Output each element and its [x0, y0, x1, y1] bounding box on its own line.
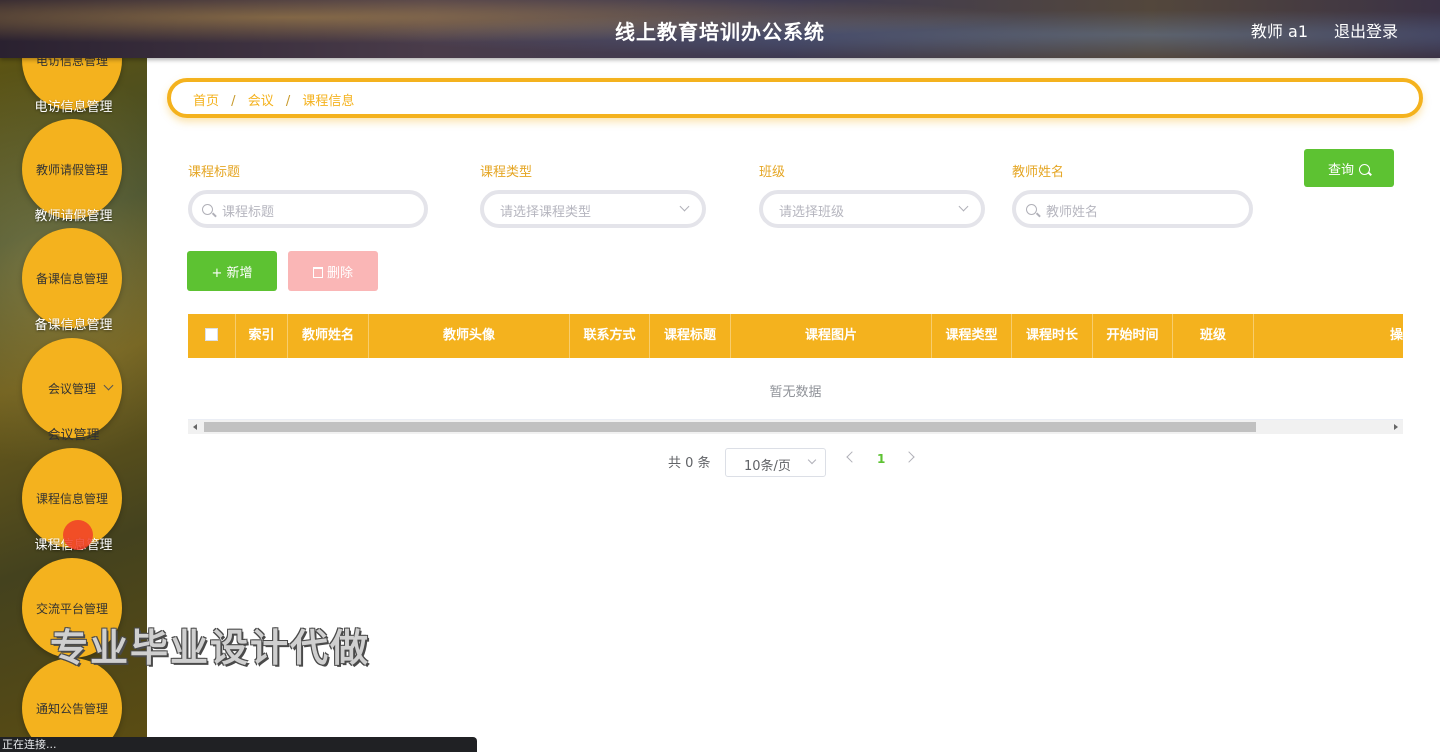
- col-class: 班级: [1173, 314, 1254, 358]
- breadcrumb-meeting[interactable]: 会议: [248, 94, 274, 109]
- sidebar-item-phone-visit[interactable]: 电访信息管理 电访信息管理: [0, 58, 147, 120]
- chevron-down-icon: [807, 455, 817, 465]
- breadcrumb-home[interactable]: 首页: [193, 94, 219, 109]
- arrow-right-icon[interactable]: [1394, 424, 1398, 430]
- col-actions: 操: [1389, 328, 1403, 343]
- menu-circle[interactable]: 备课信息管理: [22, 228, 122, 328]
- course-type-label: 课程类型: [480, 165, 533, 180]
- search-icon: [1359, 164, 1370, 175]
- submenu-lesson-prep[interactable]: 备课信息管理: [0, 314, 147, 333]
- select-all-checkbox[interactable]: [205, 328, 218, 341]
- query-button[interactable]: 查询: [1304, 149, 1394, 187]
- class-select[interactable]: 请选择班级: [759, 190, 985, 228]
- col-teacher-avatar: 教师头像: [369, 314, 570, 358]
- teacher-name-input[interactable]: 教师姓名: [1012, 190, 1253, 228]
- logout-link[interactable]: 退出登录: [1334, 18, 1398, 42]
- delete-button[interactable]: 删除: [288, 251, 378, 291]
- prev-page-icon[interactable]: [846, 451, 858, 463]
- scrollbar-thumb[interactable]: [204, 422, 1256, 432]
- breadcrumb-course-info: 课程信息: [302, 94, 355, 109]
- add-button[interactable]: + 新增: [187, 251, 277, 291]
- course-type-select[interactable]: 请选择课程类型: [480, 190, 706, 228]
- col-course-title: 课程标题: [650, 314, 731, 358]
- table-header: 索引 教师姓名 教师头像 联系方式 课程标题 课程图片 课程类型 课程时长 开始…: [188, 314, 1403, 358]
- select-all-cell[interactable]: [188, 314, 236, 358]
- submenu-meeting[interactable]: 会议管理: [0, 424, 147, 443]
- page-size-select[interactable]: 10条/页: [725, 448, 826, 477]
- page-number[interactable]: 1: [877, 452, 885, 466]
- search-icon: [202, 204, 213, 215]
- mouse-cursor-icon: [63, 520, 93, 550]
- menu-circle[interactable]: 教师请假管理: [22, 119, 122, 219]
- breadcrumb-separator: /: [285, 94, 291, 109]
- top-header: 线上教育培训办公系统 教师 a1 退出登录: [0, 0, 1440, 58]
- col-contact: 联系方式: [570, 314, 650, 358]
- col-index: 索引: [236, 314, 288, 358]
- col-teacher-name: 教师姓名: [288, 314, 369, 358]
- current-user: 教师 a1: [1250, 22, 1308, 41]
- breadcrumb: 首页 / 会议 / 课程信息: [167, 78, 1423, 118]
- browser-status-bar: 正在连接...: [0, 737, 477, 752]
- trash-icon: [312, 267, 323, 278]
- system-title: 线上教育培训办公系统: [615, 20, 825, 44]
- submenu-phone-visit[interactable]: 电访信息管理: [0, 96, 147, 115]
- table-empty-text: 暂无数据: [188, 358, 1403, 420]
- breadcrumb-separator: /: [231, 94, 236, 109]
- watermark-text: 专业毕业设计代做: [50, 626, 371, 670]
- class-label: 班级: [759, 165, 786, 180]
- col-course-type: 课程类型: [932, 314, 1012, 358]
- chevron-down-icon: [679, 201, 690, 212]
- arrow-left-icon[interactable]: [193, 424, 197, 430]
- col-start-time: 开始时间: [1093, 314, 1173, 358]
- pagination-total: 共 0 条: [668, 456, 711, 471]
- course-title-label: 课程标题: [188, 165, 241, 180]
- sidebar-item-meeting[interactable]: 会议管理 会议管理: [0, 338, 147, 448]
- search-icon: [1026, 204, 1037, 215]
- col-course-image: 课程图片: [731, 314, 932, 358]
- chevron-down-icon: [958, 201, 969, 212]
- sidebar-item-teacher-leave[interactable]: 教师请假管理 教师请假管理: [0, 119, 147, 229]
- teacher-name-label: 教师姓名: [1012, 165, 1065, 180]
- sidebar-item-lesson-prep[interactable]: 备课信息管理 备课信息管理: [0, 228, 147, 338]
- next-page-icon[interactable]: [903, 451, 915, 463]
- col-course-duration: 课程时长: [1012, 314, 1093, 358]
- menu-circle[interactable]: 会议管理: [22, 338, 122, 438]
- horizontal-scrollbar[interactable]: [188, 420, 1403, 434]
- course-title-input[interactable]: 课程标题: [188, 190, 428, 228]
- submenu-teacher-leave[interactable]: 教师请假管理: [0, 205, 147, 224]
